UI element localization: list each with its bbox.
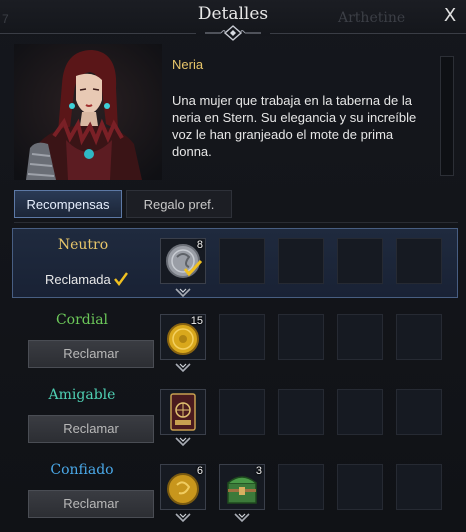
check-icon [114, 272, 129, 286]
affinity-level-label: Neutro [57, 237, 109, 253]
affinity-level-label: Confiado [50, 462, 114, 478]
empty-reward-slot [396, 464, 442, 510]
empty-reward-slot [278, 464, 324, 510]
card-icon [170, 393, 196, 431]
details-window: 7 Detalles Arthetine X Neria Una mujer q… [0, 0, 466, 532]
reward-slot-silver-coin[interactable]: 8 [160, 238, 206, 284]
reward-slot-gold-medal[interactable]: 6 [160, 464, 206, 510]
description-scrollbar[interactable] [440, 56, 454, 176]
close-icon[interactable]: X [438, 4, 462, 28]
empty-reward-slot [337, 314, 383, 360]
item-count: 8 [196, 239, 203, 251]
reward-slot-gold-coin[interactable]: 15 [160, 314, 206, 360]
title-ornament-icon [205, 25, 261, 41]
empty-reward-slot [396, 314, 442, 360]
expand-arrow-icon[interactable] [174, 512, 192, 524]
claimed-label: Reclamada [45, 272, 111, 287]
affinity-level-label: Amigable [48, 387, 116, 403]
claim-button[interactable]: Reclamar [28, 490, 154, 518]
title-divider-left [0, 33, 196, 34]
empty-reward-slot [219, 314, 265, 360]
empty-reward-slot [219, 389, 265, 435]
item-count: 6 [196, 465, 203, 477]
npc-name: Neria [172, 57, 204, 72]
expand-arrow-icon[interactable] [174, 287, 192, 299]
empty-reward-slot [337, 238, 383, 284]
empty-reward-slot [396, 389, 442, 435]
tab-rewards[interactable]: Recompensas [14, 190, 122, 218]
background-text-right: Arthetine [338, 10, 406, 26]
empty-reward-slot [278, 314, 324, 360]
empty-reward-slot [278, 389, 324, 435]
expand-arrow-icon[interactable] [233, 512, 251, 524]
empty-reward-slot [396, 238, 442, 284]
expand-arrow-icon[interactable] [174, 362, 192, 374]
expand-arrow-icon[interactable] [174, 436, 192, 448]
item-count: 15 [190, 315, 203, 327]
tab-divider [14, 222, 458, 223]
claim-button[interactable]: Reclamar [28, 415, 154, 443]
reward-slot-chest[interactable]: 3 [219, 464, 265, 510]
reward-slot-card[interactable] [160, 389, 206, 435]
empty-reward-slot [219, 238, 265, 284]
empty-reward-slot [337, 389, 383, 435]
affinity-level-label: Cordial [55, 312, 109, 328]
tab-preferred-gift[interactable]: Regalo pref. [126, 190, 232, 218]
npc-portrait [14, 44, 162, 180]
claimed-status: Reclamada [45, 272, 141, 287]
npc-description: Una mujer que trabaja en la taberna de l… [172, 93, 417, 159]
empty-reward-slot [337, 464, 383, 510]
item-count: 3 [255, 465, 262, 477]
claim-button[interactable]: Reclamar [28, 340, 154, 368]
title-divider-right [270, 33, 466, 34]
empty-reward-slot [278, 238, 324, 284]
